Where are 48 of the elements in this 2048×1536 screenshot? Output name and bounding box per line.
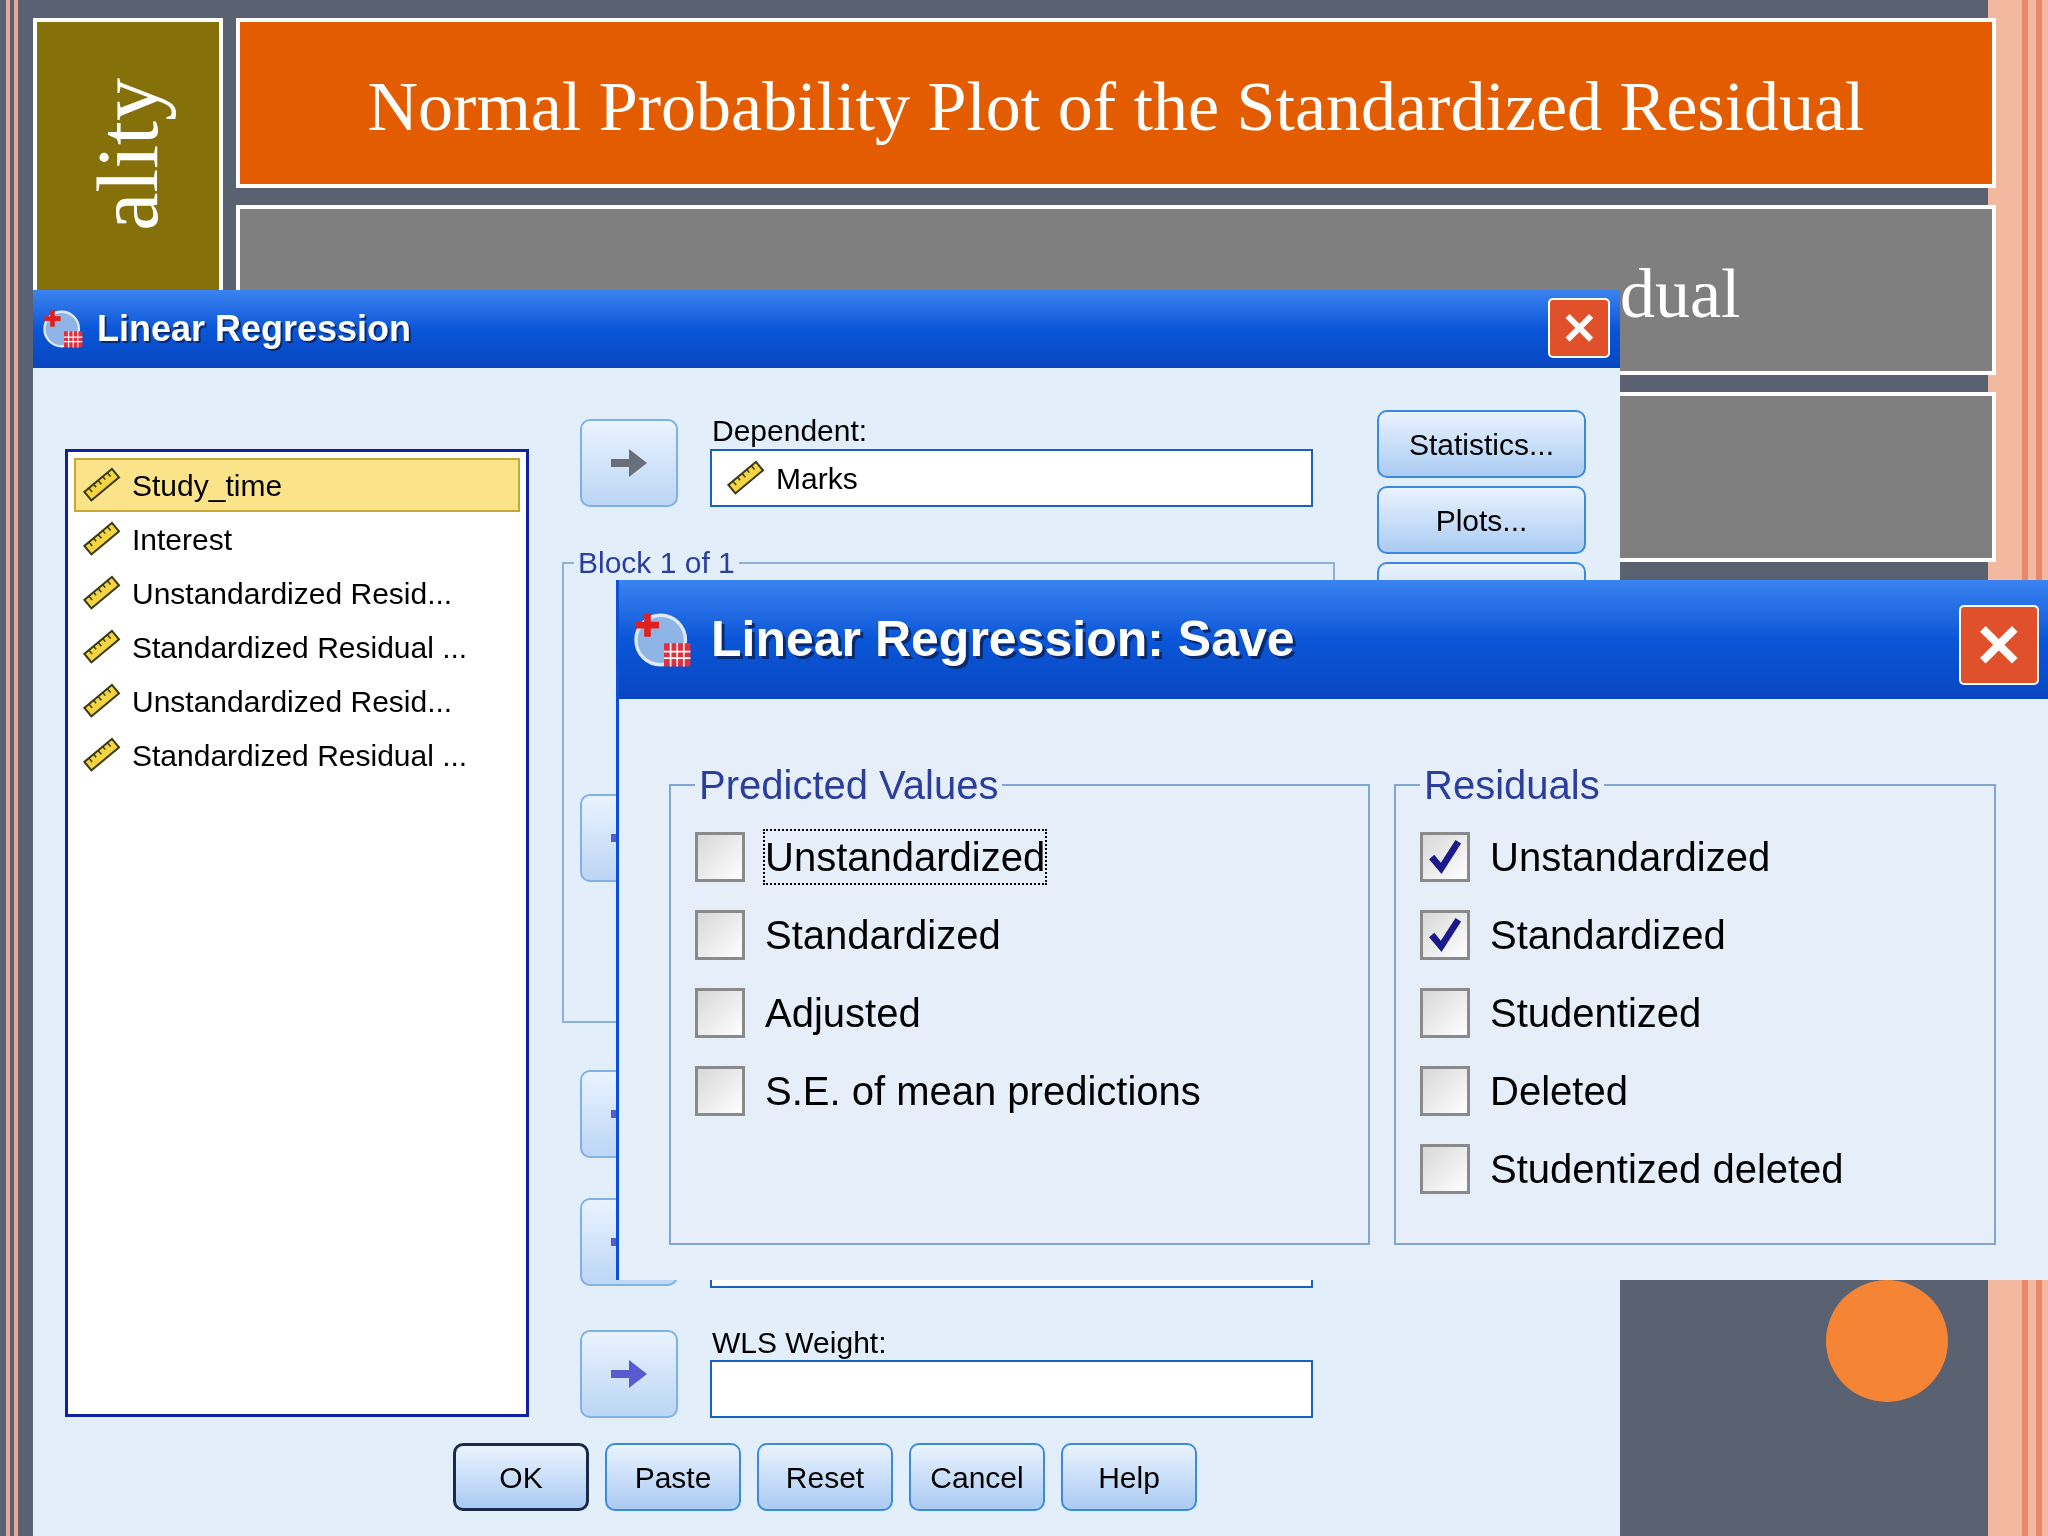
- variable-item[interactable]: Unstandardized Resid...: [74, 674, 520, 728]
- block-label: Block 1 of 1: [577, 545, 736, 581]
- option-label[interactable]: Studentized: [1488, 985, 1704, 1041]
- option-label[interactable]: Standardized: [763, 907, 1003, 963]
- side-button[interactable]: Statistics...: [1377, 410, 1586, 478]
- checkbox[interactable]: [695, 910, 745, 960]
- close-button[interactable]: [1548, 298, 1610, 358]
- wls-field[interactable]: [710, 1360, 1313, 1418]
- checkbox[interactable]: [1420, 1144, 1470, 1194]
- dialog-button[interactable]: Reset: [757, 1443, 893, 1511]
- checkbox[interactable]: [1420, 1066, 1470, 1116]
- option-label[interactable]: Deleted: [1488, 1063, 1630, 1119]
- checkbox[interactable]: [1420, 988, 1470, 1038]
- option-label[interactable]: Studentized deleted: [1488, 1141, 1846, 1197]
- dialog-button[interactable]: Cancel: [909, 1443, 1045, 1511]
- dialog-button[interactable]: OK: [453, 1443, 589, 1511]
- dependent-label: Dependent:: [712, 413, 868, 449]
- variable-item[interactable]: Standardized Residual ...: [74, 728, 520, 782]
- checkbox[interactable]: [695, 988, 745, 1038]
- arrow-button[interactable]: [580, 419, 678, 507]
- checkbox[interactable]: [695, 1066, 745, 1116]
- check-icon: [1426, 838, 1464, 876]
- group-title: Predicted Values: [698, 762, 1000, 809]
- checkbox[interactable]: [695, 832, 745, 882]
- check-icon: [1426, 916, 1464, 954]
- window-title: Linear Regression: Save: [711, 610, 1295, 669]
- checkbox[interactable]: [1420, 832, 1470, 882]
- side-button[interactable]: Plots...: [1377, 486, 1586, 554]
- panel-title: dual: [1620, 259, 1741, 329]
- close-button[interactable]: [1959, 605, 2039, 685]
- wls-label: WLS Weight:: [712, 1325, 887, 1361]
- option-label[interactable]: Unstandardized: [1488, 829, 1773, 885]
- variable-item[interactable]: Unstandardized Resid...: [74, 566, 520, 620]
- window-title: Linear Regression: [97, 307, 412, 351]
- option-label[interactable]: Standardized: [1488, 907, 1728, 963]
- option-label[interactable]: Unstandardized: [763, 829, 1048, 885]
- arrow-button[interactable]: [580, 1330, 678, 1418]
- variable-item[interactable]: Standardized Residual ...: [74, 620, 520, 674]
- dialog-button[interactable]: Help: [1061, 1443, 1197, 1511]
- side-label: ality: [78, 78, 177, 231]
- variable-item[interactable]: Study_time: [74, 458, 520, 512]
- dependent-field[interactable]: Marks: [710, 449, 1313, 507]
- option-label[interactable]: S.E. of mean predictions: [763, 1063, 1203, 1119]
- group-title: Residuals: [1423, 762, 1601, 809]
- variable-item[interactable]: Interest: [74, 512, 520, 566]
- option-label[interactable]: Adjusted: [763, 985, 923, 1041]
- dialog-button[interactable]: Paste: [605, 1443, 741, 1511]
- checkbox[interactable]: [1420, 910, 1470, 960]
